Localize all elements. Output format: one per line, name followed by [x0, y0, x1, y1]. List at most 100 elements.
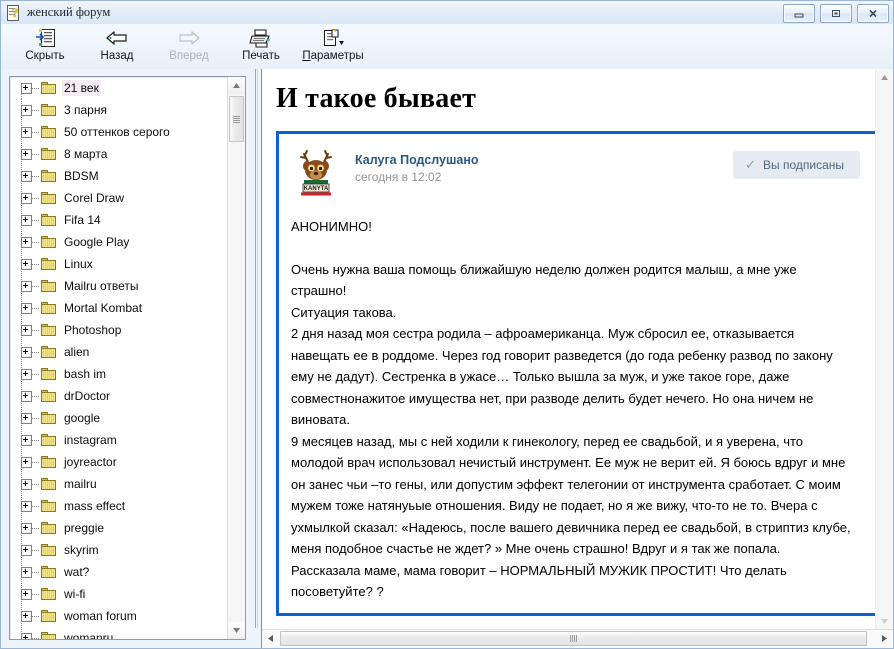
tree-scroll-down-button[interactable] [228, 622, 245, 639]
tree-item[interactable]: Corel Draw [10, 187, 228, 209]
tree-expand-icon[interactable] [21, 346, 32, 358]
tree-expand-icon[interactable] [21, 280, 32, 292]
tree-item[interactable]: wi-fi [10, 583, 228, 605]
tree-connector-horizontal [32, 176, 40, 177]
tree-item[interactable]: alien [10, 341, 228, 363]
options-button[interactable]: Параметры [297, 24, 369, 67]
tree-item-label: wi-fi [64, 587, 86, 601]
tree-item[interactable]: Linux [10, 253, 228, 275]
hide-pane-button[interactable]: Скрыть [9, 24, 81, 67]
options-label: Параметры [302, 50, 364, 62]
tree-item[interactable]: drDoctor [10, 385, 228, 407]
tree-item[interactable]: wat? [10, 561, 228, 583]
tree-connector-horizontal [32, 374, 40, 375]
tree-item[interactable]: 8 марта [10, 143, 228, 165]
tree-expand-icon[interactable] [21, 368, 32, 380]
tree-expand-icon[interactable] [21, 390, 32, 402]
tree-expand-icon[interactable] [21, 82, 32, 94]
tree-expand-icon[interactable] [21, 566, 32, 578]
tree-item[interactable]: joyreactor [10, 451, 228, 473]
tree-expand-icon[interactable] [21, 500, 32, 512]
tree-item[interactable]: preggie [10, 517, 228, 539]
tree-expand-icon[interactable] [21, 522, 32, 534]
tree-item[interactable]: Fifa 14 [10, 209, 228, 231]
tree-scrollbar-grip [233, 115, 240, 123]
tree-item[interactable]: Mortal Kombat [10, 297, 228, 319]
content-pane: И такое бывает KANYTA Калуга Подслушано … [261, 69, 893, 648]
topic-tree[interactable]: 21 век 3 парня 50 оттенков серого 8 марта BD… [9, 76, 246, 640]
tree-expand-icon[interactable] [21, 302, 32, 314]
forward-button[interactable]: Вперед [153, 24, 225, 67]
tree-vertical-scrollbar[interactable] [227, 77, 245, 639]
tree-item[interactable]: 50 оттенков серого [10, 121, 228, 143]
content-scroll-up-button[interactable] [876, 69, 893, 86]
deer-avatar-icon[interactable]: KANYTA [291, 148, 341, 198]
print-button[interactable]: Печать [225, 24, 297, 67]
folder-icon [41, 455, 57, 469]
folder-icon [41, 103, 57, 117]
content-vertical-scrollbar[interactable] [875, 69, 893, 630]
tree-expand-icon[interactable] [21, 544, 32, 556]
tree-expand-icon[interactable] [21, 258, 32, 270]
tree-item[interactable]: mailru [10, 473, 228, 495]
pane-splitter[interactable] [254, 69, 261, 648]
restore-button[interactable] [820, 4, 852, 23]
tree-expand-icon[interactable] [21, 214, 32, 226]
tree-item[interactable]: Google Play [10, 231, 228, 253]
main-split-area: 21 век 3 парня 50 оттенков серого 8 марта BD… [1, 69, 893, 648]
tree-item-label: Google Play [64, 235, 130, 249]
post-paragraph: АНОНИМНО! [291, 219, 372, 234]
subscribe-status-button[interactable]: ✓ Вы подписаны [733, 151, 860, 179]
check-icon: ✓ [745, 157, 756, 172]
tree-item[interactable]: google [10, 407, 228, 429]
content-horizontal-scrollbar[interactable] [262, 629, 893, 648]
tree-expand-icon[interactable] [21, 192, 32, 204]
tree-item[interactable]: womanru [10, 627, 228, 639]
tree-expand-icon[interactable] [21, 236, 32, 248]
tree-item[interactable]: skyrim [10, 539, 228, 561]
tree-item[interactable]: instagram [10, 429, 228, 451]
tree-connector-horizontal [32, 110, 40, 111]
forward-label: Вперед [169, 50, 209, 62]
tree-item-label: Corel Draw [64, 191, 125, 205]
tree-expand-icon[interactable] [21, 170, 32, 182]
tree-item-label: google [64, 411, 101, 425]
tree-item[interactable]: Photoshop [10, 319, 228, 341]
tree-expand-icon[interactable] [21, 456, 32, 468]
close-button[interactable] [857, 4, 889, 23]
content-scroll-right-button[interactable] [876, 630, 893, 647]
back-button[interactable]: Назад [81, 24, 153, 67]
tree-expand-icon[interactable] [21, 324, 32, 336]
tree-expand-icon[interactable] [21, 126, 32, 138]
tree-expand-icon[interactable] [21, 104, 32, 116]
tree-item[interactable]: 3 парня [10, 99, 228, 121]
folder-icon [41, 543, 57, 557]
page-title: И такое бывает [276, 83, 477, 114]
post-author[interactable]: Калуга Подслушано [355, 153, 479, 168]
tree-item[interactable]: woman forum [10, 605, 228, 627]
tree-expand-icon[interactable] [21, 478, 32, 490]
tree-scroll-up-button[interactable] [228, 77, 245, 94]
tree-item[interactable]: bash im [10, 363, 228, 385]
tree-connector-horizontal [32, 154, 40, 155]
tree-expand-icon[interactable] [21, 632, 32, 639]
navigation-pane: 21 век 3 парня 50 оттенков серого 8 марта BD… [1, 69, 254, 648]
tree-expand-icon[interactable] [21, 148, 32, 160]
tree-item-label: 8 марта [64, 147, 108, 161]
tree-expand-icon[interactable] [21, 610, 32, 622]
tree-item[interactable]: Mailru ответы [10, 275, 228, 297]
tree-item-label: BDSM [64, 169, 99, 183]
tree-item[interactable]: BDSM [10, 165, 228, 187]
content-scroll-down-button[interactable] [876, 613, 893, 630]
tree-connector-horizontal [32, 594, 40, 595]
content-scroll-left-button[interactable] [262, 630, 279, 647]
back-arrow-icon [104, 27, 130, 49]
content-hscrollbar-thumb[interactable] [280, 631, 867, 646]
tree-item[interactable]: 21 век [10, 77, 228, 99]
tree-expand-icon[interactable] [21, 412, 32, 424]
tree-expand-icon[interactable] [21, 434, 32, 446]
minimize-button[interactable] [783, 4, 815, 23]
tree-expand-icon[interactable] [21, 588, 32, 600]
tree-scrollbar-thumb[interactable] [229, 96, 244, 142]
tree-item[interactable]: mass effect [10, 495, 228, 517]
